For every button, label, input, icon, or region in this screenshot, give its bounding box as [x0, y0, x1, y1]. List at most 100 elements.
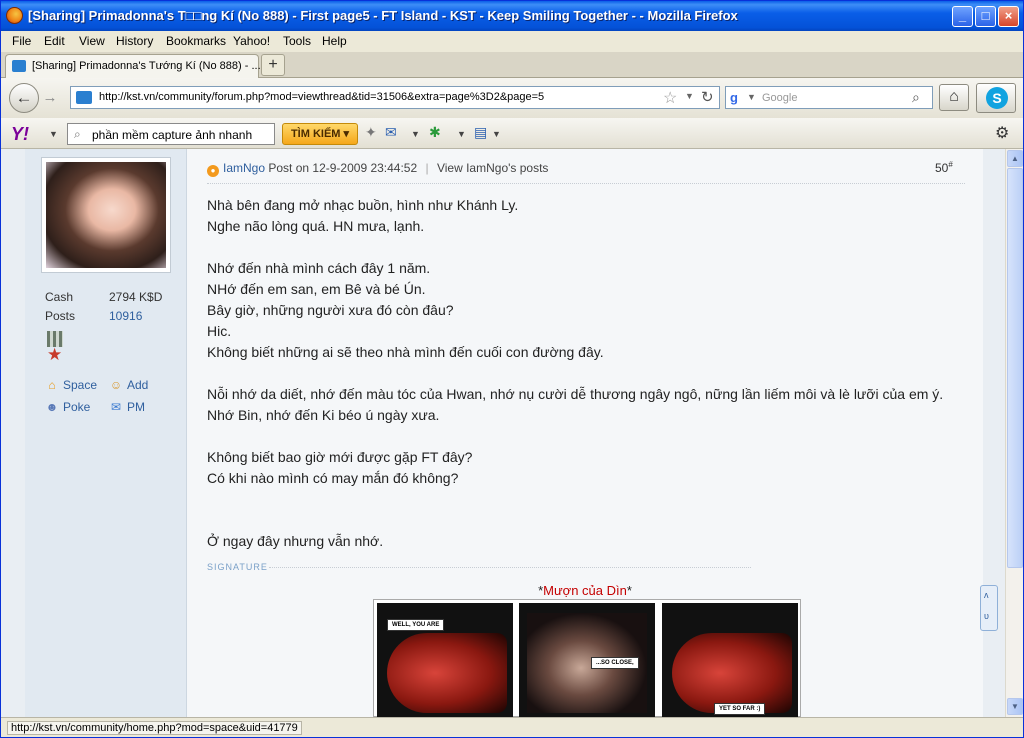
- menu-bar: File Edit View History Bookmarks Yahoo! …: [1, 31, 1023, 52]
- add-friend-link[interactable]: ☺ Add: [109, 378, 149, 392]
- posts-label: Posts: [45, 309, 76, 323]
- minimize-button[interactable]: _: [952, 6, 973, 27]
- url-text[interactable]: http://kst.vn/community/forum.php?mod=vi…: [99, 91, 544, 103]
- title-bar: [Sharing] Primadonna's T□□ng Kí (No 888)…: [1, 1, 1023, 31]
- user-sidebar: Cash 2794 K$D Posts 10916 ★ ⌂ Space ☺ Add …: [25, 149, 187, 717]
- signature-caption: *Mượn của Dìn*: [538, 583, 632, 598]
- post-line: Không biết những ai sẽ theo nhà mình đến…: [207, 344, 604, 360]
- post-line: [207, 489, 947, 510]
- forward-arrow-icon[interactable]: →: [39, 88, 61, 110]
- home-icon: ⌂: [48, 378, 56, 392]
- comic-bubble-2: ...SO CLOSE,: [591, 657, 639, 669]
- window-title: [Sharing] Primadonna's T□□ng Kí (No 888)…: [28, 8, 738, 23]
- scroll-up-button[interactable]: ▲: [1007, 150, 1023, 167]
- back-arrow-icon[interactable]: ←: [9, 83, 39, 113]
- scroll-thumb[interactable]: [1007, 168, 1023, 568]
- signature-image[interactable]: WELL, YOU ARE ...SO CLOSE, YET SO FAR :): [373, 599, 801, 717]
- menu-file[interactable]: File: [12, 34, 31, 48]
- gear-icon[interactable]: ⚙: [995, 123, 1009, 143]
- firefox-icon[interactable]: [6, 7, 23, 24]
- avatar-image[interactable]: [46, 162, 166, 268]
- cash-value: 2794 K$D: [109, 290, 163, 304]
- messenger-dropdown-icon[interactable]: ▼: [457, 129, 466, 139]
- post-line: [207, 363, 947, 384]
- yahoo-logo-icon[interactable]: Y!: [11, 124, 29, 145]
- reload-icon[interactable]: ↻: [701, 88, 714, 106]
- close-button[interactable]: ×: [998, 6, 1019, 27]
- scroll-down-button[interactable]: ▼: [1007, 698, 1023, 715]
- comic-panel-3: YET SO FAR :): [662, 603, 798, 717]
- yahoo-menu-dropdown-icon[interactable]: ▼: [49, 129, 58, 139]
- tab-bar: [Sharing] Primadonna's Tướng Kí (No 888)…: [1, 52, 1023, 78]
- yahoo-search-button[interactable]: TÌM KIẾM ▾: [282, 123, 358, 145]
- search-placeholder[interactable]: Google: [762, 92, 797, 104]
- post: ● IamNgo Post on 12-9-2009 23:44:52 | Vie…: [187, 149, 983, 717]
- url-dropdown-icon[interactable]: ▼: [685, 91, 694, 101]
- menu-yahoo[interactable]: Yahoo!: [233, 34, 270, 48]
- tab-label: [Sharing] Primadonna's Tướng Kí (No 888)…: [32, 60, 261, 72]
- poke-link[interactable]: ☻ Poke: [45, 400, 91, 414]
- post-line: Không biết bao giờ mới được gặp FT đây?: [207, 449, 473, 465]
- menu-edit[interactable]: Edit: [44, 34, 65, 48]
- menu-tools[interactable]: Tools: [283, 34, 311, 48]
- signature-divider: [269, 567, 751, 568]
- site-identity-icon[interactable]: [76, 91, 92, 104]
- pm-link[interactable]: ✉ PM: [109, 400, 145, 414]
- vertical-scrollbar[interactable]: ▲ ▼: [1005, 149, 1023, 717]
- post-line: Nhà bên đang mở nhạc buồn, hình như Khán…: [207, 197, 519, 213]
- skype-button[interactable]: S: [976, 83, 1016, 113]
- post-line: Nhớ đến nhà mình cách đây 1 năm.: [207, 260, 431, 276]
- skype-icon: S: [986, 87, 1008, 109]
- bookmarks-icon[interactable]: ▤: [474, 124, 487, 141]
- post-author-link[interactable]: IamNgo: [223, 161, 265, 175]
- status-bar: http://kst.vn/community/home.php?mod=spa…: [1, 717, 1023, 737]
- mail-icon[interactable]: ✉: [385, 124, 397, 141]
- mail-icon: ✉: [110, 400, 122, 414]
- avatar[interactable]: [41, 157, 171, 273]
- medal-icon[interactable]: ★: [45, 331, 65, 364]
- mail-dropdown-icon[interactable]: ▼: [411, 129, 420, 139]
- post-line: [207, 237, 947, 258]
- toolbar-separator-icon: ✦: [365, 124, 377, 140]
- header-separator: |: [425, 161, 429, 175]
- magnifier-icon[interactable]: ⌕: [912, 89, 920, 106]
- space-link[interactable]: ⌂ Space: [45, 378, 97, 392]
- poke-icon: ☻: [45, 400, 59, 414]
- add-friend-icon: ☺: [109, 378, 123, 392]
- comic-panel-2: ...SO CLOSE,: [519, 603, 655, 717]
- posts-value[interactable]: 10916: [109, 309, 142, 323]
- menu-view[interactable]: View: [79, 34, 105, 48]
- menu-history[interactable]: History: [116, 34, 153, 48]
- yahoo-search-value[interactable]: phần mềm capture ảnh nhanh: [92, 128, 252, 142]
- menu-bookmarks[interactable]: Bookmarks: [166, 34, 226, 48]
- yahoo-search-input[interactable]: ⌕ phần mềm capture ảnh nhanh: [67, 123, 275, 145]
- firefox-window: [Sharing] Primadonna's T□□ng Kí (No 888)…: [0, 0, 1024, 738]
- post-line: [207, 510, 947, 531]
- star-icon[interactable]: ☆: [663, 88, 677, 108]
- url-bar[interactable]: http://kst.vn/community/forum.php?mod=vi…: [70, 86, 720, 109]
- site-favicon-icon: [12, 60, 26, 72]
- post-line: Nỗi nhớ da diết, nhớ đến màu tóc của Hwa…: [207, 386, 944, 402]
- post-body: Nhà bên đang mở nhạc buồn, hình như Khán…: [207, 195, 947, 552]
- page-content: Cash 2794 K$D Posts 10916 ★ ⌂ Space ☺ Add …: [1, 149, 1005, 717]
- new-tab-button[interactable]: +: [261, 54, 285, 76]
- guitar-image: [672, 633, 792, 713]
- maximize-button[interactable]: □: [975, 6, 996, 27]
- menu-help[interactable]: Help: [322, 34, 347, 48]
- post-floor-number[interactable]: 50#: [935, 160, 953, 175]
- signature-label: SIGNATURE: [207, 562, 268, 572]
- home-icon[interactable]: ⌂: [939, 84, 969, 111]
- guitar-image: [387, 633, 507, 713]
- scroll-to-top-button[interactable]: ᴧ ᴜ: [980, 585, 998, 631]
- messenger-icon[interactable]: ✱: [429, 124, 441, 141]
- post-header: ● IamNgo Post on 12-9-2009 23:44:52 | Vie…: [207, 161, 548, 177]
- search-bar[interactable]: g ▼ Google ⌕: [725, 86, 933, 109]
- post-line: Có khi nào mình có may mắn đó không?: [207, 470, 459, 486]
- view-author-posts-link[interactable]: View IamNgo's posts: [437, 161, 548, 175]
- post-line: Ở ngay đây nhưng vẫn nhớ.: [207, 533, 384, 549]
- bookmarks-dropdown-icon[interactable]: ▼: [492, 129, 501, 139]
- google-engine-icon[interactable]: g: [730, 90, 745, 105]
- post-line: Nhớ Bin, nhớ đến Ki béo ú ngày xưa.: [207, 407, 440, 423]
- engine-dropdown-icon[interactable]: ▼: [747, 92, 756, 102]
- tab-active[interactable]: [Sharing] Primadonna's Tướng Kí (No 888)…: [5, 54, 261, 78]
